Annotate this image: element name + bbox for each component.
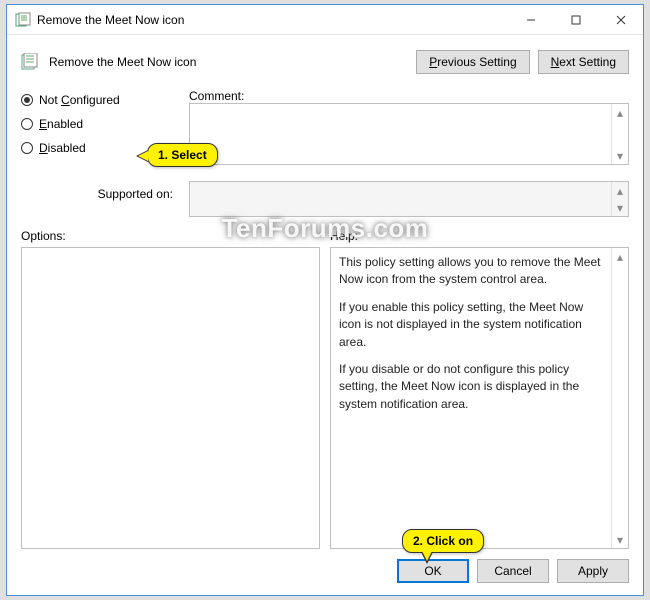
- scroll-up-icon[interactable]: ▴: [612, 248, 628, 265]
- comment-scrollbar[interactable]: ▴ ▾: [611, 104, 628, 164]
- help-text: This policy setting allows you to remove…: [331, 248, 611, 548]
- supported-scrollbar[interactable]: ▴ ▾: [611, 182, 628, 216]
- radio-circle-icon: [21, 118, 33, 130]
- policy-list-icon: [21, 53, 39, 71]
- options-panel: [21, 247, 320, 549]
- policy-editor-window: Remove the Meet Now icon Remove the Meet…: [6, 4, 644, 596]
- maximize-button[interactable]: [553, 5, 598, 35]
- options-label: Options:: [21, 229, 320, 243]
- next-setting-button[interactable]: Next Setting: [538, 50, 629, 74]
- scroll-up-icon[interactable]: ▴: [612, 104, 628, 121]
- lower-panels: Options: Help: This policy setting allow…: [21, 229, 629, 549]
- scroll-up-icon[interactable]: ▴: [612, 182, 628, 199]
- scroll-down-icon[interactable]: ▾: [612, 531, 628, 548]
- help-column: Help: This policy setting allows you to …: [330, 229, 629, 549]
- titlebar[interactable]: Remove the Meet Now icon: [7, 5, 643, 35]
- radio-enabled[interactable]: Enabled: [21, 117, 181, 131]
- dialog-buttons: OK Cancel Apply: [21, 559, 629, 583]
- ok-button[interactable]: OK: [397, 559, 469, 583]
- header-row: Remove the Meet Now icon Previous Settin…: [21, 45, 629, 79]
- radio-circle-icon: [21, 142, 33, 154]
- cancel-button[interactable]: Cancel: [477, 559, 549, 583]
- config-row: Not Configured Enabled Disabled Comment:…: [21, 79, 629, 173]
- window-title: Remove the Meet Now icon: [37, 13, 508, 27]
- comment-input[interactable]: ▴ ▾: [189, 103, 629, 165]
- previous-setting-button[interactable]: Previous Setting: [416, 50, 529, 74]
- close-button[interactable]: [598, 5, 643, 35]
- scroll-down-icon[interactable]: ▾: [612, 147, 628, 164]
- supported-row: Supported on: ▴ ▾: [21, 181, 629, 217]
- minimize-button[interactable]: [508, 5, 553, 35]
- content-area: Remove the Meet Now icon Previous Settin…: [7, 35, 643, 595]
- radio-circle-icon: [21, 94, 33, 106]
- policy-title: Remove the Meet Now icon: [49, 55, 196, 69]
- radio-not-configured[interactable]: Not Configured: [21, 93, 181, 107]
- supported-display: ▴ ▾: [189, 181, 629, 217]
- annotation-click: 2. Click on: [402, 529, 484, 553]
- annotation-select: 1. Select: [147, 143, 218, 167]
- help-panel: This policy setting allows you to remove…: [330, 247, 629, 549]
- comment-label: Comment:: [189, 89, 629, 103]
- scroll-down-icon[interactable]: ▾: [612, 199, 628, 216]
- help-label: Help:: [330, 229, 629, 243]
- policy-icon: [15, 12, 31, 28]
- apply-button[interactable]: Apply: [557, 559, 629, 583]
- supported-label: Supported on:: [21, 181, 181, 201]
- help-scrollbar[interactable]: ▴ ▾: [611, 248, 628, 548]
- options-column: Options:: [21, 229, 320, 549]
